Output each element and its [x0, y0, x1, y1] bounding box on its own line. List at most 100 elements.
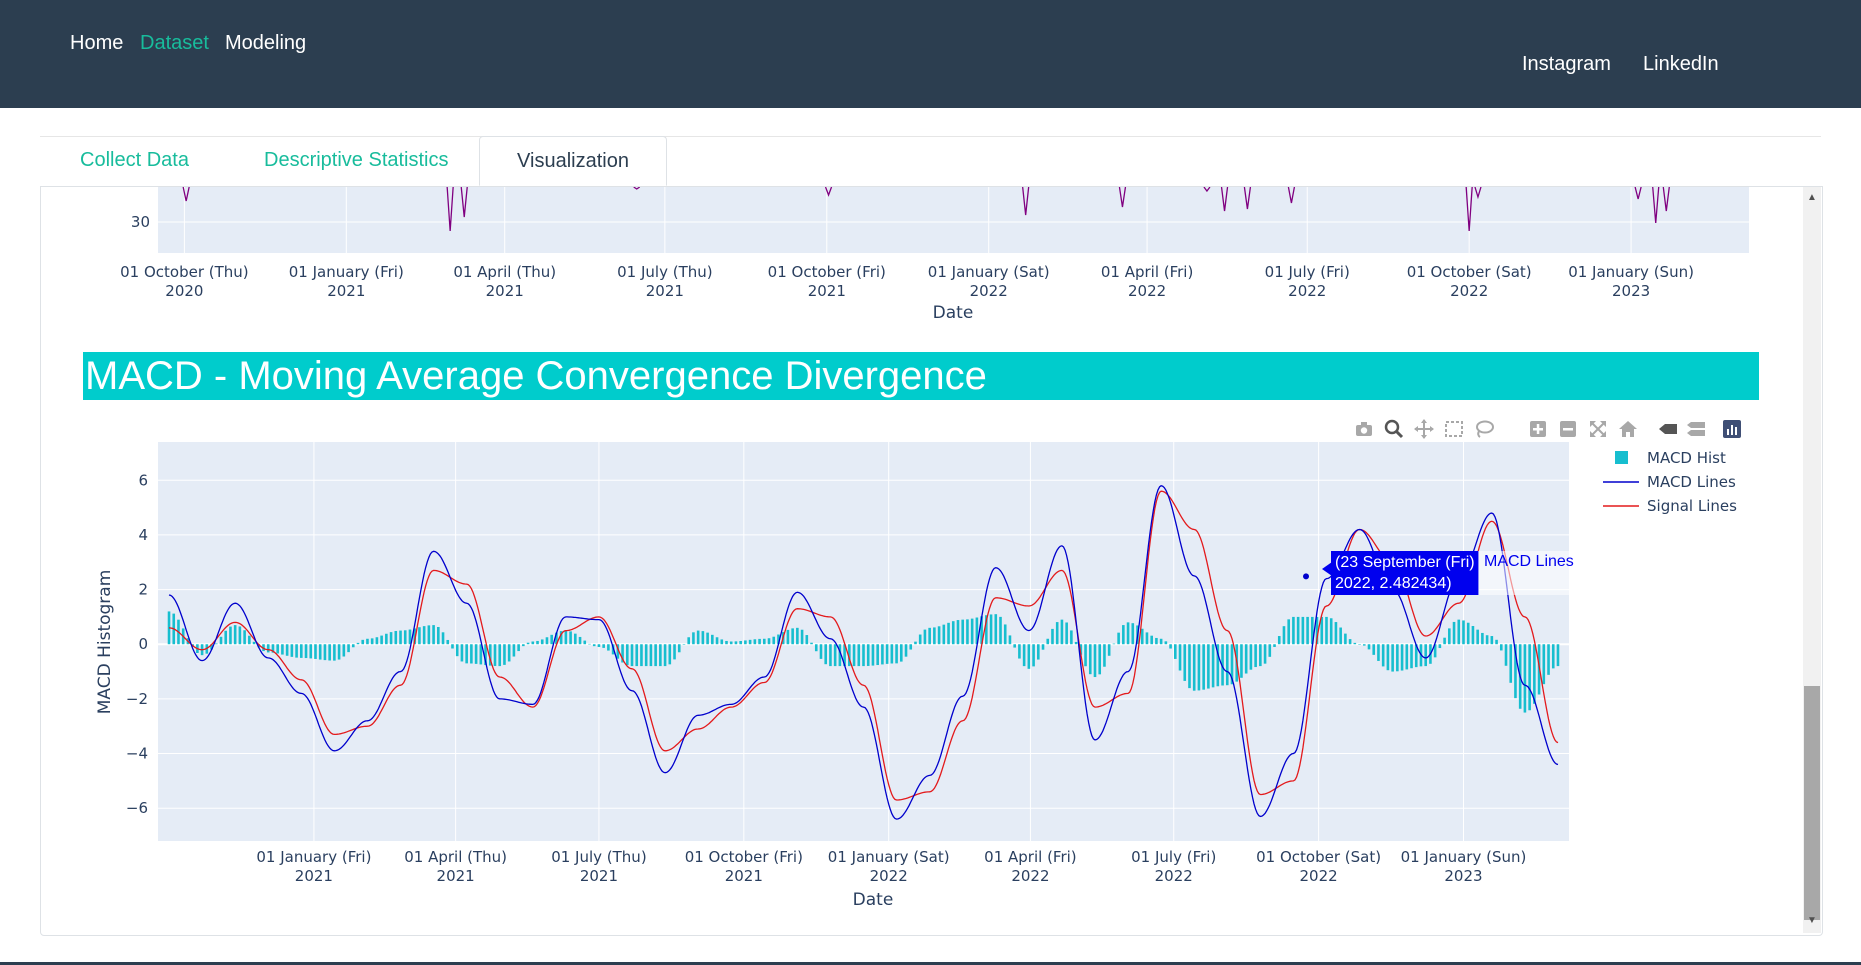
nav-home-link[interactable]: Home — [70, 32, 123, 55]
upper-x-tick-label: 01 January (Sat) — [928, 263, 1050, 281]
pan-icon[interactable] — [1413, 418, 1435, 440]
macd-hist-bar — [711, 634, 714, 645]
macd-y-tick-label: −2 — [126, 690, 148, 708]
upper-y-tick-label: 30 — [131, 213, 150, 231]
macd-hist-bar — [1287, 619, 1290, 645]
macd-hist-bar — [437, 626, 440, 645]
zoom-out-icon[interactable] — [1557, 418, 1579, 440]
macd-hist-bar — [654, 644, 657, 667]
macd-hist-bar — [682, 644, 686, 645]
macd-hist-bar — [890, 644, 894, 664]
macd-hist-bar — [1490, 636, 1494, 645]
macd-hist-bar — [394, 630, 398, 645]
macd-hist-bar — [734, 641, 738, 645]
plotly-logo-icon[interactable] — [1721, 418, 1743, 440]
hover-closest-icon[interactable] — [1657, 418, 1679, 440]
scrollbar-thumb[interactable] — [1804, 686, 1820, 920]
nav-instagram-link[interactable]: Instagram — [1522, 53, 1611, 76]
macd-hist-bar — [578, 636, 582, 645]
macd-y-tick-label: 2 — [138, 581, 148, 599]
macd-hist-bar — [214, 643, 218, 645]
legend-label-macd-hist: MACD Hist — [1647, 449, 1726, 467]
macd-hist-bar — [725, 640, 728, 645]
macd-y-tick-label: −4 — [126, 745, 148, 763]
macd-hist-bar — [224, 630, 228, 645]
macd-hist-bar — [824, 644, 828, 665]
scroll-up-arrow-icon[interactable]: ▲ — [1804, 190, 1820, 206]
macd-hist-bar — [1381, 644, 1385, 667]
macd-hist-bar — [739, 640, 742, 645]
tab-collect-data[interactable]: Collect Data — [80, 136, 189, 184]
hover-compare-icon[interactable] — [1685, 418, 1707, 440]
macd-hist-bar — [1202, 644, 1205, 690]
macd-hist-bar — [876, 644, 879, 666]
scroll-down-arrow-icon[interactable]: ▼ — [1804, 913, 1820, 929]
upper-x-tick-year: 2022 — [1128, 282, 1166, 300]
macd-hist-bar — [233, 625, 237, 645]
macd-hist-bar — [1037, 644, 1040, 660]
camera-icon[interactable] — [1353, 418, 1375, 440]
box-select-icon[interactable] — [1443, 418, 1465, 440]
macd-hist-bar — [1476, 629, 1479, 645]
macd-hist-bar — [1528, 644, 1531, 711]
macd-hist-bar — [1192, 644, 1196, 691]
macd-hist-bar — [999, 616, 1002, 645]
macd-hist-bar — [1244, 644, 1248, 674]
macd-hist-bar — [517, 644, 520, 652]
macd-hist-bar — [748, 639, 752, 645]
macd-hist-bar — [1027, 644, 1031, 669]
upper-x-tick-label: 01 October (Thu) — [120, 263, 249, 281]
macd-hist-bar — [512, 644, 516, 657]
macd-hist-bar — [810, 642, 813, 645]
macd-hist-bar — [904, 644, 908, 657]
macd-hist-bar — [753, 639, 757, 645]
zoom-in-icon[interactable] — [1527, 418, 1549, 440]
macd-hist-bar — [1183, 644, 1187, 681]
tab-descriptive-statistics[interactable]: Descriptive Statistics — [264, 136, 449, 184]
macd-hist-bar — [1240, 644, 1243, 678]
macd-hist-bar — [805, 635, 809, 645]
macd-x-tick-label: 01 January (Fri) — [256, 848, 371, 866]
macd-hist-bar — [583, 640, 587, 645]
macd-hist-bar — [942, 624, 946, 645]
macd-hist-bar — [545, 637, 549, 645]
macd-hist-bar — [1462, 620, 1465, 645]
macd-hist-bar — [1277, 636, 1281, 645]
macd-hist-bar — [866, 644, 870, 666]
macd-hist-bar — [1041, 644, 1045, 650]
macd-hist-bar — [380, 635, 383, 645]
macd-hist-bar — [1471, 626, 1475, 645]
macd-hist-bar — [994, 614, 998, 645]
reset-axes-icon[interactable] — [1617, 418, 1639, 440]
macd-section-title: MACD - Moving Average Convergence Diverg… — [85, 354, 987, 398]
upper-x-tick-label: 01 April (Fri) — [1101, 263, 1193, 281]
nav-dataset-link[interactable]: Dataset — [140, 32, 209, 55]
macd-hist-bar — [1211, 644, 1215, 688]
macd-hist-bar — [791, 628, 794, 645]
macd-hist-bar — [1424, 644, 1427, 667]
macd-section-banner: MACD - Moving Average Convergence Diverg… — [83, 352, 1759, 400]
zoom-icon[interactable] — [1383, 418, 1405, 440]
autoscale-icon[interactable] — [1587, 418, 1609, 440]
macd-hist-bar — [1504, 644, 1508, 666]
macd-hist-bar — [1495, 639, 1498, 645]
macd-hist-bar — [290, 644, 294, 657]
macd-plot-area[interactable] — [158, 442, 1569, 841]
nav-linkedin-link[interactable]: LinkedIn — [1643, 53, 1719, 76]
macd-hist-bar — [1188, 644, 1191, 689]
macd-hist-bar — [625, 644, 629, 666]
macd-x-tick-year: 2021 — [295, 867, 333, 885]
macd-hist-bar — [1329, 618, 1333, 645]
macd-hist-bar — [947, 622, 950, 645]
legend-label-macd-lines: MACD Lines — [1647, 473, 1736, 491]
macd-hist-bar — [1344, 633, 1347, 645]
macd-x-tick-year: 2023 — [1444, 867, 1482, 885]
macd-hist-bar — [899, 644, 903, 662]
upper-plot-area[interactable] — [158, 187, 1749, 253]
macd-hist-bar — [252, 641, 256, 645]
tab-visualization[interactable]: Visualization — [479, 136, 667, 186]
macd-hist-bar — [923, 629, 927, 645]
lasso-icon[interactable] — [1473, 418, 1495, 440]
nav-modeling-link[interactable]: Modeling — [225, 32, 306, 55]
macd-hist-bar — [507, 644, 511, 662]
